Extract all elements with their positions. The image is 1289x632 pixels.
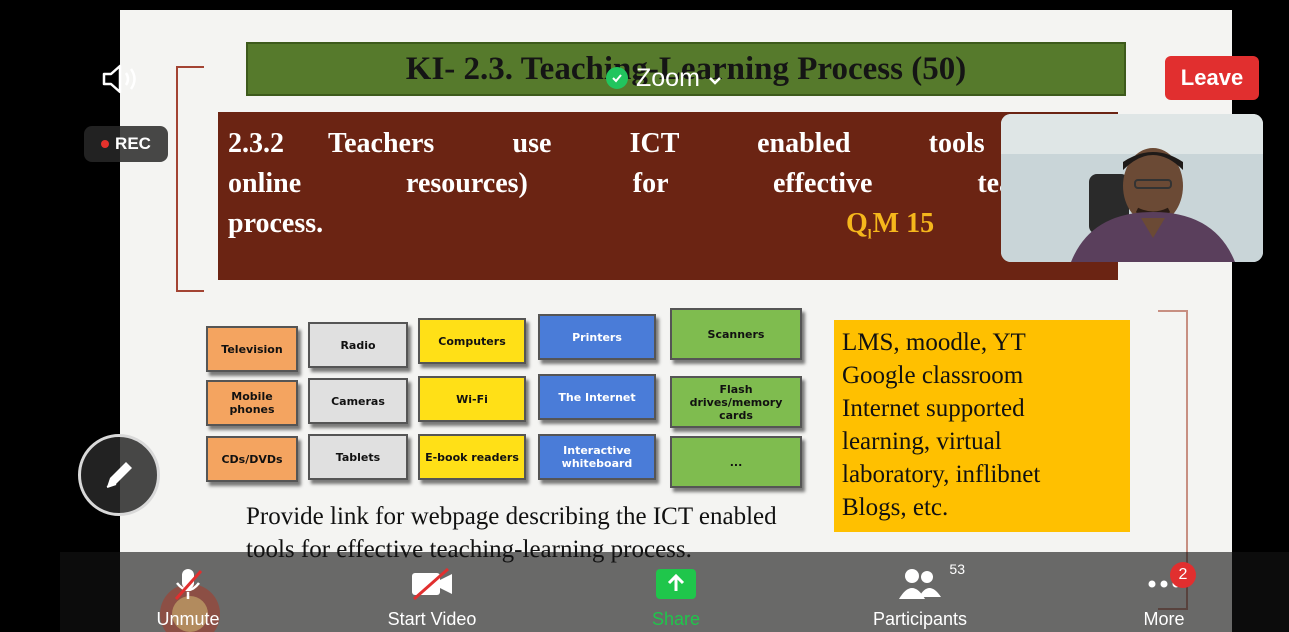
share-button[interactable]: Share <box>616 560 736 630</box>
tool-tile: Flash drives/memory cards <box>670 376 802 428</box>
tool-tile: Mobile phones <box>206 380 298 426</box>
resources-line: laboratory, inflibnet <box>842 461 1041 488</box>
share-arrow-icon <box>655 565 697 603</box>
annotate-button[interactable] <box>78 434 160 516</box>
tool-tile: CDs/DVDs <box>206 436 298 482</box>
participants-icon: 53 <box>897 561 965 603</box>
ict-tools-grid: Television Radio Computers Printers Scanners… <box>206 306 806 488</box>
chevron-down-icon <box>708 64 722 93</box>
qm-label: QlM 15 <box>846 208 935 243</box>
tool-tile: Computers <box>418 318 526 364</box>
resources-line: LMS, moodle, YT <box>842 329 1026 356</box>
microphone-muted-icon <box>171 565 205 603</box>
tool-tile: Scanners <box>670 308 802 360</box>
heading-line-1: Teachers use ICT enabled tools (inc <box>328 128 1108 159</box>
resources-line: learning, virtual <box>842 428 1002 455</box>
tool-tile: Radio <box>308 322 408 368</box>
tool-tile: Television <box>206 326 298 372</box>
tool-tile: Interactive whiteboard <box>538 434 656 480</box>
resources-line: Blogs, etc. <box>842 494 949 521</box>
tool-tile: ... <box>670 436 802 488</box>
resources-line: Google classroom <box>842 362 1024 389</box>
start-video-button[interactable]: Start Video <box>372 560 492 630</box>
resources-box: LMS, moodle, YT Google classroom Internet … <box>834 320 1130 532</box>
recording-badge[interactable]: REC <box>84 126 168 162</box>
heading-line-3: process. <box>228 208 324 239</box>
heading-number: 2.3.2 <box>228 128 284 159</box>
participants-button[interactable]: 53 Participants <box>860 560 980 630</box>
leave-button[interactable]: Leave <box>1165 56 1259 100</box>
speaker-icon[interactable] <box>100 62 146 96</box>
tool-tile: Tablets <box>308 434 408 480</box>
participant-video[interactable] <box>1001 114 1263 262</box>
tool-tile: E-book readers <box>418 434 526 480</box>
meeting-title-dropdown[interactable]: Zoom <box>606 60 722 96</box>
meeting-screen: KI- 2.3. Teaching-Learning Process (50) … <box>0 0 1289 632</box>
shared-slide: KI- 2.3. Teaching-Learning Process (50) … <box>120 10 1232 632</box>
record-dot-icon <box>101 140 110 148</box>
security-shield-icon <box>606 67 628 89</box>
more-button[interactable]: More <box>1104 560 1224 630</box>
tool-tile: Cameras <box>308 378 408 424</box>
slide-decoration-left <box>176 66 204 292</box>
pencil-icon <box>106 462 132 488</box>
heading-line-2: online resources) for effective teaching… <box>228 168 1108 199</box>
unmute-button[interactable]: Unmute <box>128 560 248 630</box>
video-off-icon <box>408 565 456 603</box>
resources-line: Internet supported <box>842 395 1025 422</box>
meeting-title: Zoom <box>636 63 700 92</box>
tool-tile: The Internet <box>538 374 656 420</box>
more-notification-badge: 2 <box>1170 562 1196 588</box>
participants-count: 53 <box>949 561 965 577</box>
tool-tile: Wi-Fi <box>418 376 526 422</box>
slide-heading: 2.3.2 Teachers use ICT enabled tools (in… <box>218 112 1118 280</box>
tool-tile: Printers <box>538 314 656 360</box>
participant-video-image <box>1001 114 1263 262</box>
